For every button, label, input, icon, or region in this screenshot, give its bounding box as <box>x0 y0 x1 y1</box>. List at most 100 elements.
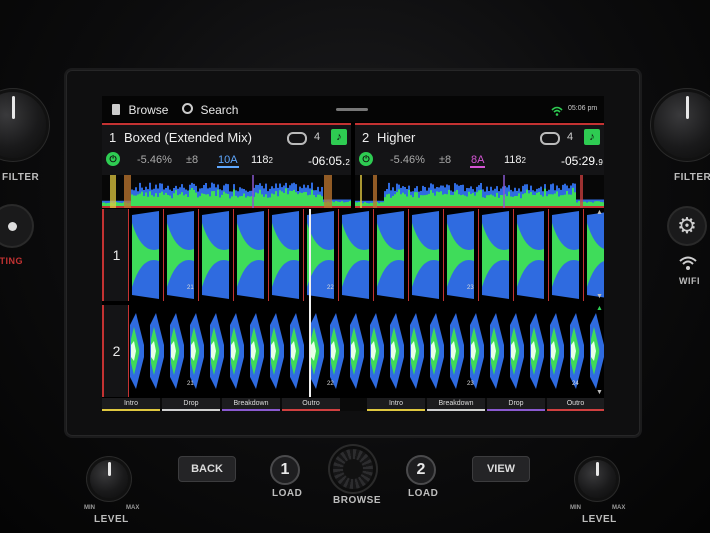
deck-2-key: 8A <box>470 154 486 168</box>
deck-2-bpm-frac: 2 <box>521 156 526 165</box>
deck-1-header[interactable]: 1 Boxed (Extended Mix) 4 ♪ ⏻ -5.46% ±8 1… <box>102 123 351 175</box>
deck-1-bpm-frac: 2 <box>268 156 273 165</box>
deck-1-overview-waveform[interactable] <box>102 175 351 208</box>
deck-1-loop-count: 4 <box>314 131 321 143</box>
deck-2-pitch: -5.46% <box>390 154 425 166</box>
lane-edge <box>128 305 129 397</box>
bar-number: 23 <box>467 381 474 387</box>
right-filter-label: FILTER <box>674 172 710 183</box>
deck-1-button[interactable]: 1 <box>270 455 300 485</box>
wifi-icon <box>678 254 698 274</box>
deck-2-remaining-main: -05:29. <box>561 154 599 168</box>
deck-2-pitch-range: ±8 <box>439 154 452 166</box>
browse-tab-label: Browse <box>128 103 169 117</box>
deck-1-section[interactable]: Drop <box>162 398 220 411</box>
overview-marker <box>360 175 362 208</box>
right-level-min: MIN <box>570 505 581 511</box>
deck-2-loop-count: 4 <box>567 131 574 143</box>
scroll-down-icon[interactable]: ▼ <box>596 389 603 396</box>
deck-2-section[interactable]: Drop <box>487 398 545 411</box>
browse-tab[interactable]: Browse <box>112 101 168 119</box>
bar-number: 21 <box>187 285 194 291</box>
deck-2-overview-waveform[interactable] <box>355 175 604 208</box>
loop-icon[interactable] <box>540 132 560 145</box>
left-level-max: MAX <box>126 505 140 511</box>
view-button[interactable]: VIEW <box>472 456 530 482</box>
overview-baseline <box>102 206 351 208</box>
settings-button[interactable]: ⚙ <box>669 208 705 244</box>
scroll-down-icon[interactable]: ▼ <box>596 293 603 300</box>
top-bar: Browse Search 05:06 pm <box>102 96 604 122</box>
lane-edge <box>128 209 129 301</box>
overview-marker <box>124 175 131 208</box>
beat-grid-line <box>303 209 304 301</box>
bar-number: 22 <box>327 381 334 387</box>
lane-1-deck-label: 1 <box>102 209 129 301</box>
right-level-label: LEVEL <box>582 514 617 525</box>
beat-grid-line <box>443 209 444 301</box>
back-button[interactable]: BACK <box>178 456 236 482</box>
beat-grid-line <box>373 209 374 301</box>
gear-icon: ⚙ <box>677 213 697 238</box>
left-filter-label: FILTER <box>2 172 40 183</box>
deck-1-waveform[interactable] <box>128 209 604 301</box>
left-level-knob[interactable] <box>90 460 128 498</box>
sync-icon[interactable]: ⏻ <box>359 152 373 166</box>
section-bar: Intro Drop Breakdown Outro Intro Breakdo… <box>102 398 604 411</box>
overview-marker <box>580 175 583 208</box>
deck-1-remaining-main: -06:05. <box>308 154 346 168</box>
deck-2-bpm: 1182 <box>504 154 526 166</box>
file-icon <box>112 104 120 115</box>
playhead <box>309 209 311 397</box>
deck-1-bpm-main: 118 <box>251 154 269 166</box>
touch-screen[interactable]: Browse Search 05:06 pm 1 Boxed (Extended… <box>102 96 604 411</box>
lane-2[interactable]: 2 21 22 23 24 <box>102 305 604 397</box>
deck-1-pitch: -5.46% <box>137 154 172 166</box>
music-note-icon[interactable]: ♪ <box>584 129 600 145</box>
loop-icon[interactable] <box>287 132 307 145</box>
beat-grid-line <box>233 209 234 301</box>
overview-marker <box>324 175 332 208</box>
beat-grid-line <box>198 209 199 301</box>
bar-number: 23 <box>467 285 474 291</box>
drag-handle[interactable] <box>336 108 368 111</box>
deck-2-section[interactable]: Intro <box>367 398 425 411</box>
beat-grid-line <box>338 209 339 301</box>
deck-2-bpm-main: 118 <box>504 154 522 166</box>
waveform-area[interactable]: 1 21 22 23 24 2 21 22 23 24 ▲ ▼ ▲ ▼ <box>102 209 604 397</box>
search-tab[interactable]: Search <box>182 101 238 119</box>
browse-label: BROWSE <box>333 495 381 506</box>
scroll-up-icon[interactable]: ▲ <box>596 209 603 216</box>
scroll-up-icon[interactable]: ▲ <box>596 305 603 312</box>
right-level-knob[interactable] <box>578 460 616 498</box>
deck-1-track-title: Boxed (Extended Mix) <box>124 130 252 145</box>
deck-2-waveform[interactable] <box>128 305 604 397</box>
sync-icon[interactable]: ⏻ <box>106 152 120 166</box>
deck-1-bpm: 1182 <box>251 154 273 166</box>
deck-1-section[interactable]: Intro <box>102 398 160 411</box>
deck-1-remaining-frac: 2 <box>345 158 350 167</box>
deck-1-section[interactable]: Breakdown <box>222 398 280 411</box>
overview-marker <box>373 175 377 208</box>
deck-1-remaining: -06:05.2 <box>308 154 350 168</box>
lane-2-deck-label: 2 <box>102 305 129 397</box>
browse-encoder[interactable] <box>333 449 373 489</box>
deck-2-section[interactable]: Breakdown <box>427 398 485 411</box>
deck-2-button[interactable]: 2 <box>406 455 436 485</box>
deck-1-pitch-range: ±8 <box>186 154 199 166</box>
beat-grid-line <box>548 209 549 301</box>
load-2-label: LOAD <box>408 488 439 499</box>
dot-icon <box>8 222 17 231</box>
deck-2-header[interactable]: 2 Higher 4 ♪ ⏻ -5.46% ±8 8A 1182 -05:29.… <box>355 123 604 175</box>
music-note-icon[interactable]: ♪ <box>331 129 347 145</box>
beat-grid-line <box>583 209 584 301</box>
deck-1-section[interactable]: Outro <box>282 398 340 411</box>
bar-number: 21 <box>187 381 194 387</box>
lane-1[interactable]: 1 21 22 23 24 <box>102 209 604 301</box>
deck-2-track-title: Higher <box>377 130 416 145</box>
load-1-label: LOAD <box>272 488 303 499</box>
deck-2-remaining-frac: 9 <box>598 158 603 167</box>
wifi-status-icon <box>551 103 563 121</box>
deck-2-section[interactable]: Outro <box>547 398 604 411</box>
lighting-label: LIGHTING <box>0 256 23 266</box>
